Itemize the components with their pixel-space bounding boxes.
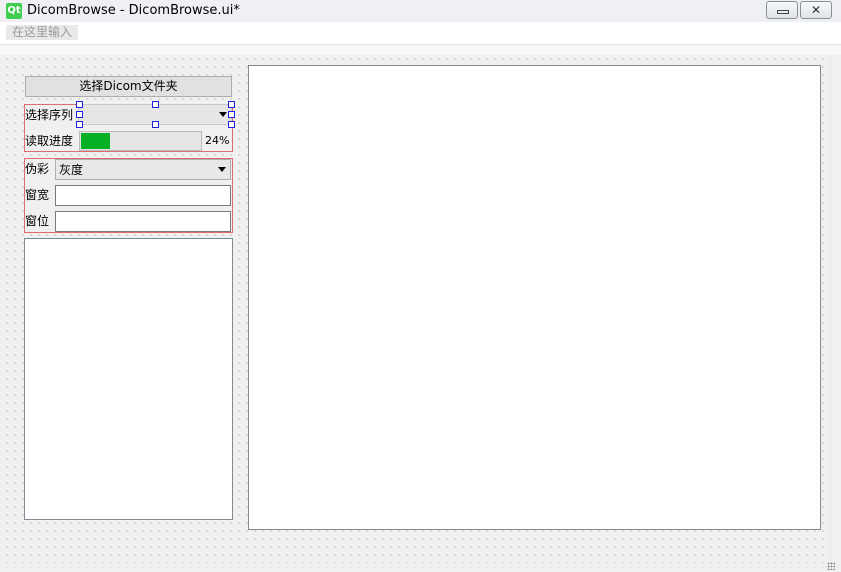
window-level-label: 窗位 [25, 214, 50, 228]
series-label: 选择序列 [25, 108, 74, 122]
selection-handle[interactable] [152, 101, 159, 108]
minimize-button[interactable] [766, 1, 798, 19]
progress-percent-text: 24% [205, 134, 230, 147]
selection-handle[interactable] [152, 121, 159, 128]
window-width-input[interactable] [55, 185, 231, 206]
dicom-image-view[interactable] [248, 65, 821, 530]
pseudo-color-value: 灰度 [59, 163, 84, 177]
chevron-down-icon [218, 167, 226, 172]
pseudo-color-label: 伪彩 [25, 162, 50, 176]
status-bar [0, 562, 841, 572]
menu-bar: 在这里输入 [0, 22, 841, 45]
selection-handle[interactable] [228, 101, 235, 108]
qt-logo-icon: Qt [6, 3, 22, 19]
window-title: DicomBrowse - DicomBrowse.ui* [27, 3, 240, 18]
selection-handle[interactable] [228, 121, 235, 128]
selection-handle[interactable] [76, 121, 83, 128]
progress-label: 读取进度 [25, 134, 74, 148]
selection-handle[interactable] [76, 111, 83, 118]
selection-handle[interactable] [228, 111, 235, 118]
menu-type-here-placeholder[interactable]: 在这里输入 [6, 25, 79, 40]
size-grip-icon[interactable] [827, 562, 835, 570]
close-icon: ✕ [810, 3, 822, 17]
image-list-panel[interactable] [24, 238, 233, 520]
window-width-label: 窗宽 [25, 188, 50, 202]
close-button[interactable]: ✕ [800, 1, 832, 19]
window-level-input[interactable] [55, 211, 231, 232]
toolbar-strip [0, 45, 841, 55]
title-bar: Qt DicomBrowse - DicomBrowse.ui* ✕ [0, 0, 841, 22]
chevron-down-icon [219, 112, 227, 117]
progress-fill [81, 133, 111, 149]
select-dicom-folder-button[interactable]: 选择Dicom文件夹 [25, 76, 232, 97]
pseudo-color-combobox[interactable]: 灰度 [55, 159, 231, 180]
read-progress-bar [79, 131, 202, 151]
selection-handle[interactable] [76, 101, 83, 108]
